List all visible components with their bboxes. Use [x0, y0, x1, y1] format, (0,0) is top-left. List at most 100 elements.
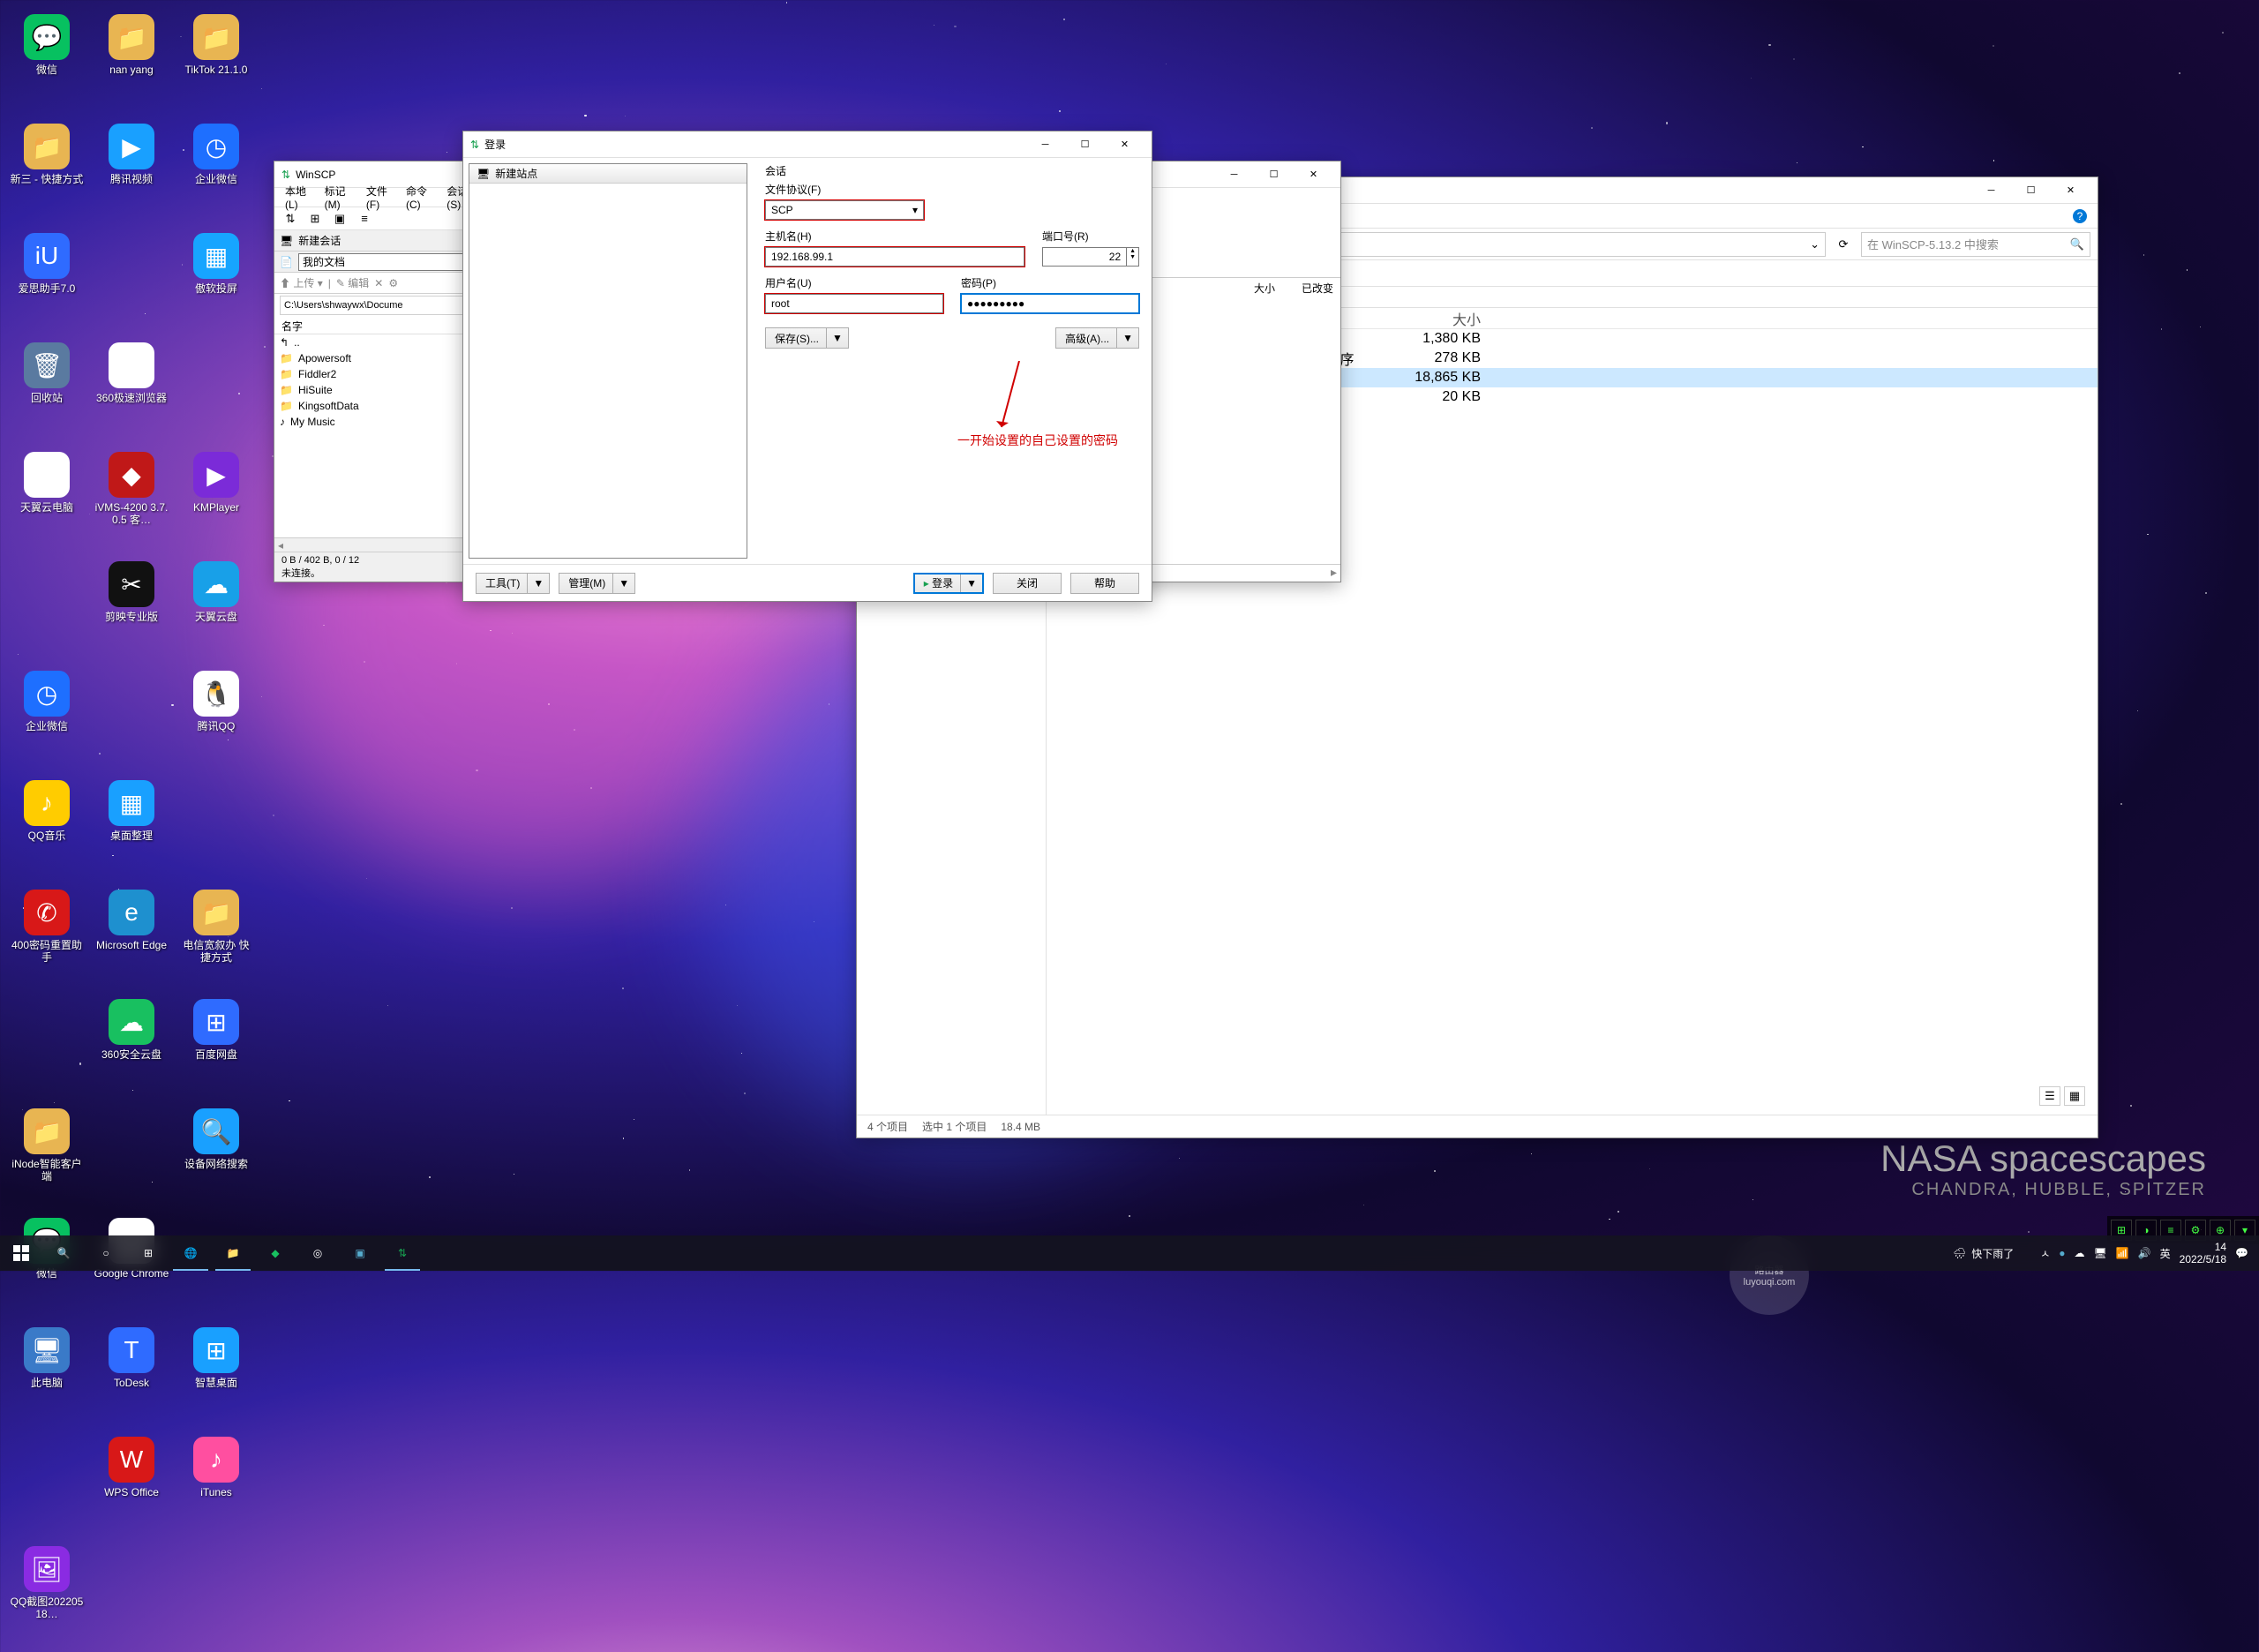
clock[interactable]: 14 2022/5/18 [2180, 1241, 2226, 1266]
tray-icon[interactable]: ☁ [2075, 1247, 2085, 1259]
desktop-icon[interactable]: 📁iNode智能客户端 [7, 1101, 86, 1207]
desktop-icon[interactable]: 🐧腾讯QQ [176, 664, 256, 770]
minimize-button[interactable]: ─ [1971, 177, 2011, 204]
minimize-button[interactable]: ─ [1025, 131, 1065, 158]
desktop-icon[interactable]: 📁TikTok 21.1.0 [176, 7, 256, 113]
desktop-icon[interactable]: ◆iVMS-4200 3.7.0.5 客… [92, 445, 171, 551]
upload-button[interactable]: ⬆ 上传 ▾ [280, 275, 323, 290]
taskbar-app2[interactable]: ▣ [339, 1235, 381, 1271]
desktop-icon[interactable]: ▦桌面整理 [92, 773, 171, 879]
minimize-button[interactable]: ─ [1214, 161, 1254, 188]
dialog-title: 登录 [484, 137, 506, 152]
desktop-icon[interactable]: ☁天翼云盘 [176, 554, 256, 660]
close-button[interactable]: ✕ [1294, 161, 1333, 188]
window-title: WinSCP [296, 169, 335, 181]
compare-icon[interactable]: ⊞ [304, 209, 326, 229]
ime-indicator[interactable]: 英 [2160, 1246, 2171, 1261]
taskbar-explorer[interactable]: 📁 [212, 1235, 254, 1271]
maximize-button[interactable]: ☐ [1065, 131, 1105, 158]
desktop-icon[interactable]: 💬微信 [7, 7, 86, 113]
tray-volume-icon[interactable]: 🔊 [2138, 1247, 2151, 1259]
sync-icon[interactable]: ⇅ [280, 209, 301, 229]
desktop-icon[interactable]: ◷企业微信 [176, 116, 256, 222]
winscp-icon: ⇅ [281, 169, 290, 181]
taskview-button[interactable]: ⊞ [127, 1235, 169, 1271]
desktop-icon[interactable]: 📁电信宽叙办 快捷方式 [176, 882, 256, 988]
terminal-icon[interactable]: ▣ [329, 209, 350, 229]
session-pane: 会话 文件协议(F) SCP▾ 主机名(H) 端口号(R) ▲▼ 用户名(U) [753, 158, 1152, 564]
desktop: 💬微信📁nan yang📁TikTok 21.1.0 📁新三 - 快捷方式▶腾讯视… [0, 0, 263, 1652]
new-site-item[interactable]: 🖥新建站点 [469, 164, 747, 184]
protocol-combo[interactable]: SCP▾ [765, 200, 924, 220]
taskbar-app[interactable]: ◆ [254, 1235, 296, 1271]
desktop-icon[interactable]: ⊞智慧桌面 [176, 1320, 256, 1426]
desktop-icon[interactable]: 📁nan yang [92, 7, 171, 113]
desktop-icon[interactable]: ◎360极速浏览器 [92, 335, 171, 441]
desktop-icon[interactable]: iU爱思助手7.0 [7, 226, 86, 332]
tray-icon[interactable]: ● [2059, 1247, 2065, 1259]
save-button[interactable]: 保存(S)...▼ [765, 327, 849, 349]
maximize-button[interactable]: ☐ [1254, 161, 1294, 188]
advanced-button[interactable]: 高级(A)...▼ [1055, 327, 1139, 349]
search-input[interactable]: 在 WinSCP-5.13.2 中搜索 🔍 [1861, 232, 2090, 257]
desktop-icon[interactable]: 📁新三 - 快捷方式 [7, 116, 86, 222]
desktop-icon[interactable]: TToDesk [92, 1320, 171, 1426]
site-list[interactable]: 🖥新建站点 [469, 163, 747, 559]
changed-header: 已改变 [1302, 281, 1333, 296]
desktop-icon[interactable]: ✆400密码重置助手 [7, 882, 86, 988]
desktop-icon[interactable]: WWPS Office [92, 1430, 171, 1536]
login-titlebar[interactable]: ⇅登录 ─ ☐ ✕ [463, 131, 1152, 158]
taskbar-chrome[interactable]: ◎ [296, 1235, 339, 1271]
manage-button[interactable]: 管理(M)▼ [559, 573, 635, 594]
user-input[interactable] [765, 294, 943, 313]
desktop-icon[interactable]: 🗑回收站 [7, 335, 86, 441]
desktop-icon[interactable]: 🔍设备网络搜索 [176, 1101, 256, 1207]
search-icon: 🔍 [2070, 237, 2084, 252]
desktop-icon[interactable]: ✂剪映专业版 [92, 554, 171, 660]
login-button[interactable]: ▸ 登录▼ [913, 573, 984, 594]
port-spinner[interactable]: ▲▼ [1127, 247, 1139, 267]
desktop-icon[interactable]: ♪iTunes [176, 1430, 256, 1536]
desktop-icon[interactable]: ◷企业微信 [7, 664, 86, 770]
desktop-icon[interactable]: ▶腾讯视频 [92, 116, 171, 222]
details-view-icon[interactable]: ☰ [2039, 1086, 2060, 1106]
search-button[interactable]: 🔍 [42, 1235, 85, 1271]
taskbar-edge[interactable]: 🌐 [169, 1235, 212, 1271]
queue-icon[interactable]: ≡ [354, 209, 375, 229]
wallpaper-credit: NASA spacescapes CHANDRA, HUBBLE, SPITZE… [1880, 1138, 2206, 1200]
desktop-icon[interactable]: ▶KMPlayer [176, 445, 256, 551]
help-button[interactable]: 帮助 [1070, 573, 1139, 594]
desktop-icon[interactable]: ☁360安全云盘 [92, 992, 171, 1098]
close-dialog-button[interactable]: 关闭 [993, 573, 1062, 594]
new-session-tab[interactable]: 🖥新建会话 [280, 233, 341, 248]
start-button[interactable] [0, 1235, 42, 1271]
refresh-button[interactable]: ⟳ [1833, 235, 1854, 254]
view-toggle[interactable]: ☰ ▦ [2039, 1086, 2085, 1106]
desktop-icon[interactable]: ☁天翼云电脑 [7, 445, 86, 551]
desktop-icon[interactable]: 🖼QQ截图20220518… [7, 1539, 86, 1645]
tray-icon[interactable]: 🖥 [2094, 1247, 2107, 1259]
taskbar-winscp[interactable]: ⇅ [381, 1235, 424, 1271]
host-input[interactable] [765, 247, 1024, 267]
session-label: 会话 [765, 163, 1139, 178]
taskbar: 🔍 ○ ⊞ 🌐 📁 ◆ ◎ ▣ ⇅ 🌧快下雨了 ㅅ ● ☁ 🖥 📶 🔊 英 14… [0, 1235, 2259, 1271]
desktop-icon[interactable]: 🖥此电脑 [7, 1320, 86, 1426]
maximize-button[interactable]: ☐ [2011, 177, 2051, 204]
desktop-icon[interactable]: ⊞百度网盘 [176, 992, 256, 1098]
close-button[interactable]: ✕ [2051, 177, 2090, 204]
tray-icon[interactable]: ㅅ [2040, 1246, 2050, 1261]
help-icon[interactable]: ? [2073, 209, 2087, 223]
close-button[interactable]: ✕ [1105, 131, 1145, 158]
tools-button[interactable]: 工具(T)▼ [476, 573, 550, 594]
desktop-icon[interactable]: eMicrosoft Edge [92, 882, 171, 988]
desktop-icon[interactable]: ▦傲软投屏 [176, 226, 256, 332]
icons-view-icon[interactable]: ▦ [2064, 1086, 2085, 1106]
cortana-button[interactable]: ○ [85, 1235, 127, 1271]
notifications-button[interactable]: 💬 [2235, 1247, 2248, 1259]
edit-button[interactable]: ✎ 编辑 [336, 275, 369, 290]
weather-widget[interactable]: 🌧快下雨了 [1953, 1246, 2014, 1261]
password-input[interactable] [961, 294, 1139, 313]
port-input[interactable] [1042, 247, 1127, 267]
tray-icon[interactable]: 📶 [2116, 1247, 2129, 1259]
desktop-icon[interactable]: ♪QQ音乐 [7, 773, 86, 879]
